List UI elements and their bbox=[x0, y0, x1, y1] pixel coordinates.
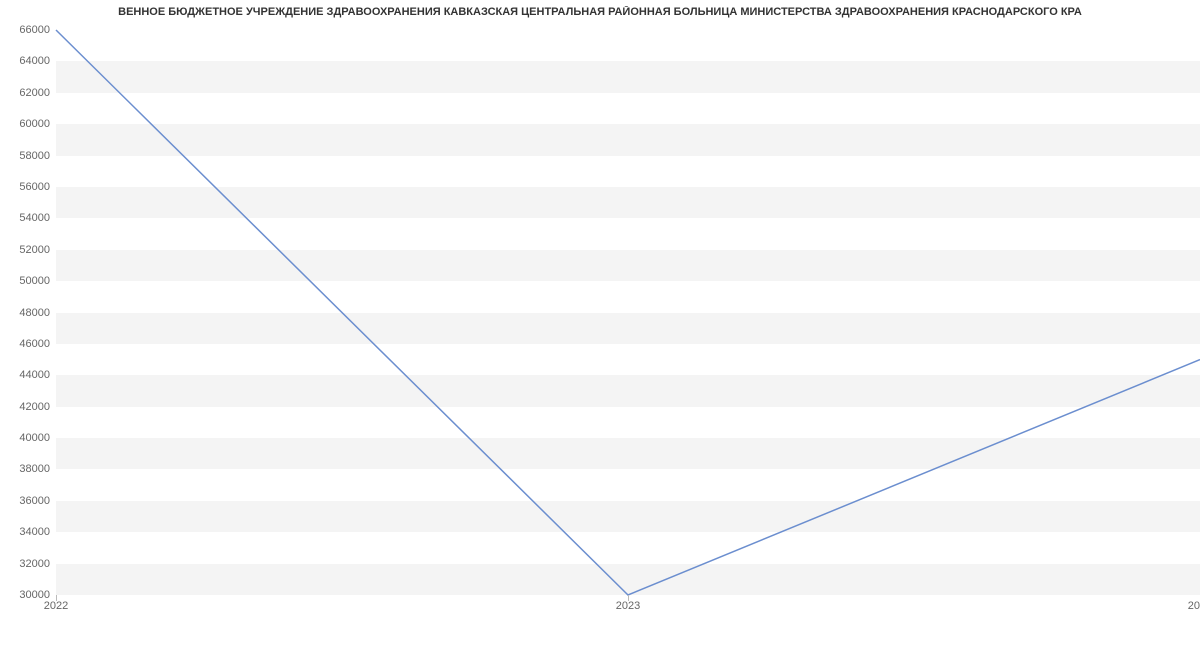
y-tick-label: 38000 bbox=[6, 463, 50, 475]
y-tick-label: 36000 bbox=[6, 495, 50, 507]
y-tick-label: 34000 bbox=[6, 526, 50, 538]
y-tick-label: 40000 bbox=[6, 432, 50, 444]
y-tick-label: 32000 bbox=[6, 558, 50, 570]
x-tick-label: 2024 bbox=[1188, 600, 1200, 612]
y-tick-label: 60000 bbox=[6, 118, 50, 130]
y-tick-label: 64000 bbox=[6, 55, 50, 67]
x-tick-label: 2022 bbox=[44, 600, 68, 612]
chart-line-series bbox=[56, 30, 1200, 595]
y-tick-label: 52000 bbox=[6, 244, 50, 256]
y-tick-label: 46000 bbox=[6, 338, 50, 350]
chart-title: ВЕННОЕ БЮДЖЕТНОЕ УЧРЕЖДЕНИЕ ЗДРАВООХРАНЕ… bbox=[0, 6, 1200, 18]
y-tick-label: 42000 bbox=[6, 401, 50, 413]
y-tick-label: 54000 bbox=[6, 212, 50, 224]
y-tick-label: 66000 bbox=[6, 24, 50, 36]
chart-container: ВЕННОЕ БЮДЖЕТНОЕ УЧРЕЖДЕНИЕ ЗДРАВООХРАНЕ… bbox=[0, 0, 1200, 650]
y-tick-label: 44000 bbox=[6, 369, 50, 381]
y-tick-label: 50000 bbox=[6, 275, 50, 287]
y-tick-label: 56000 bbox=[6, 181, 50, 193]
y-tick-label: 62000 bbox=[6, 87, 50, 99]
y-tick-label: 48000 bbox=[6, 307, 50, 319]
y-tick-label: 58000 bbox=[6, 150, 50, 162]
series-line bbox=[56, 30, 1200, 595]
x-tick-label: 2023 bbox=[616, 600, 640, 612]
